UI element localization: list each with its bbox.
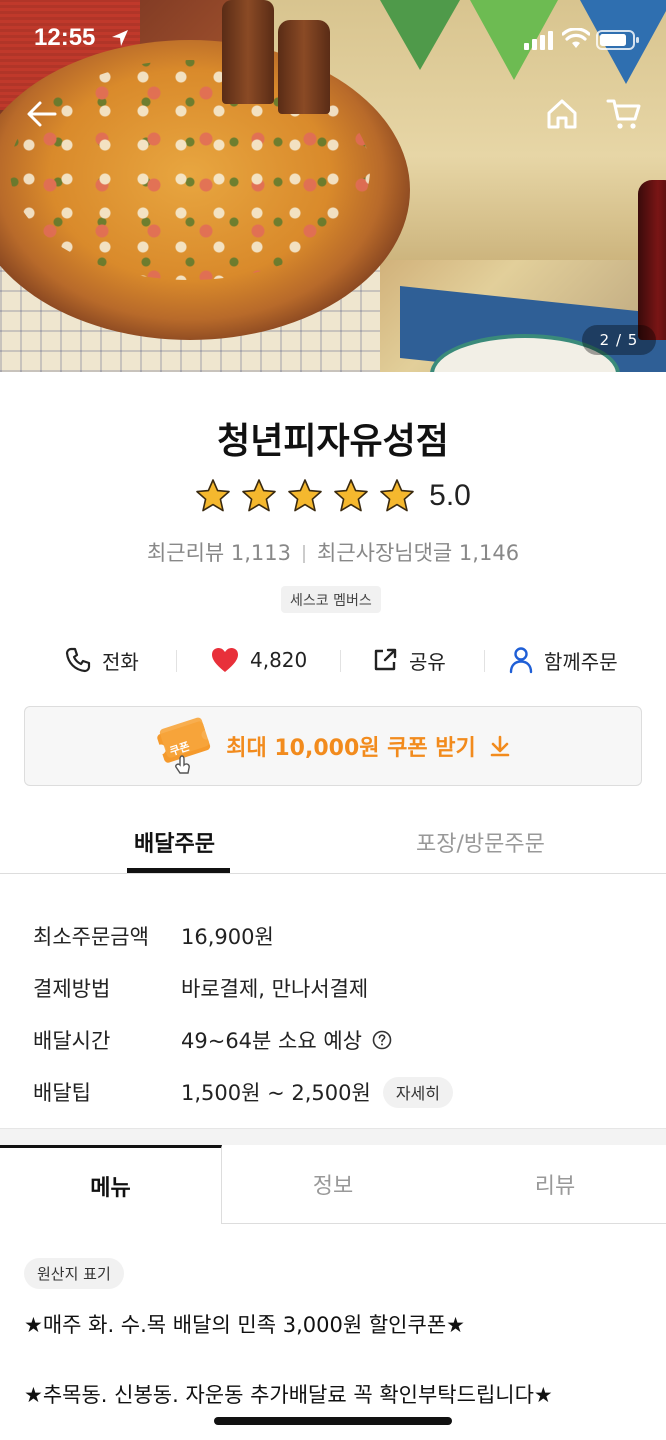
coupon-ticket-icon: 쿠폰 — [156, 717, 212, 774]
active-tab-indicator — [127, 868, 230, 873]
delivery-tip-row: 배달팁 1,500원 ~ 2,500원 자세히 — [33, 1066, 653, 1118]
star-icon — [288, 479, 322, 512]
origin-label-button[interactable]: 원산지 표기 — [24, 1258, 124, 1289]
tab-delivery-order[interactable]: 배달주문 — [134, 826, 215, 858]
star-icon — [334, 479, 368, 512]
download-icon — [490, 735, 510, 757]
image-pager: 2 / 5 — [582, 325, 656, 355]
content-tabs: 메뉴 정보 리뷰 — [0, 1145, 666, 1224]
group-order-button[interactable]: 함께주문 — [508, 640, 618, 680]
section-divider — [0, 1128, 666, 1145]
cesco-badge: 세스코 멤버스 — [281, 586, 381, 613]
recent-reviews-count[interactable]: 최근리뷰 1,113 — [147, 541, 291, 565]
delivery-tip-label: 배달팁 — [33, 1081, 91, 1105]
min-order-label: 최소주문금액 — [33, 925, 149, 949]
delivery-time-label: 배달시간 — [33, 1029, 111, 1053]
coupon-label: 최대 10,000원 쿠폰 받기 — [226, 736, 476, 761]
order-type-tabs: 배달주문 포장/방문주문 — [0, 820, 666, 874]
status-bar: 12:55 — [0, 0, 666, 80]
back-arrow-icon — [27, 101, 57, 127]
tip-detail-button[interactable]: 자세히 — [382, 1076, 453, 1108]
delivery-time-value-wrap: 49~64분 소요 예상 — [181, 1025, 392, 1055]
like-count: 4,820 — [250, 648, 308, 672]
location-arrow-icon — [112, 30, 128, 46]
phone-icon — [65, 647, 91, 673]
delivery-time-value: 49~64분 소요 예상 — [181, 1029, 362, 1053]
min-order-row: 최소주문금액 16,900원 — [33, 910, 653, 962]
review-counts[interactable]: 최근리뷰 1,113 최근사장님댓글 1,146 — [0, 537, 666, 567]
star-icon — [380, 479, 414, 512]
help-circle-icon[interactable] — [372, 1030, 392, 1050]
share-button[interactable]: 공유 — [371, 640, 446, 680]
home-indicator[interactable] — [214, 1417, 452, 1425]
battery-icon — [596, 30, 639, 50]
cellular-signal-icon — [524, 31, 553, 50]
like-button[interactable]: 4,820 — [210, 640, 307, 680]
star-icon — [242, 479, 276, 512]
action-divider — [340, 650, 341, 672]
status-time: 12:55 — [34, 24, 96, 51]
share-icon — [374, 648, 397, 671]
cart-icon — [606, 99, 641, 129]
store-name: 청년피자유성점 — [217, 421, 449, 462]
payment-row: 결제방법 바로결제, 만나서결제 — [33, 962, 653, 1014]
call-label: 전화 — [102, 649, 139, 674]
payment-value: 바로결제, 만나서결제 — [181, 977, 369, 1001]
home-button[interactable] — [544, 96, 580, 132]
rating-row[interactable]: 5.0 — [0, 478, 666, 514]
share-label: 공유 — [409, 649, 446, 674]
tab-review[interactable]: 리뷰 — [444, 1145, 666, 1224]
home-icon — [547, 99, 577, 129]
action-divider — [484, 650, 485, 672]
delivery-tip-value: 1,500원 ~ 2,500원 — [181, 1081, 371, 1105]
payment-label: 결제방법 — [33, 977, 111, 1001]
delivery-time-row: 배달시간 49~64분 소요 예상 — [33, 1014, 653, 1066]
tab-pickup-order[interactable]: 포장/방문주문 — [416, 826, 545, 858]
wifi-icon — [562, 28, 590, 48]
star-icon — [196, 479, 230, 512]
store-actions: 전화 4,820 공유 함께주문 — [0, 640, 666, 680]
delivery-info: 최소주문금액 16,900원 결제방법 바로결제, 만나서결제 배달시간 49~… — [33, 910, 653, 1118]
coupon-download-button[interactable]: 쿠폰 최대 10,000원 쿠폰 받기 — [24, 706, 642, 786]
heart-icon — [212, 648, 238, 672]
store-notice: ★추목동. 신봉동. 자운동 추가배달료 꼭 확인부탁드립니다★ — [24, 1383, 553, 1407]
hero-cola-bottle — [638, 180, 666, 340]
delivery-tip-value-wrap: 1,500원 ~ 2,500원 자세히 — [181, 1076, 453, 1108]
owner-replies-count[interactable]: 최근사장님댓글 1,146 — [317, 541, 519, 565]
rating-value: 5.0 — [429, 479, 471, 512]
back-button[interactable] — [24, 96, 60, 132]
review-divider — [303, 545, 306, 563]
store-notice: ★매주 화. 수.목 배달의 민족 3,000원 할인쿠폰★ — [24, 1313, 465, 1337]
action-divider — [176, 650, 177, 672]
tab-menu[interactable]: 메뉴 — [0, 1145, 222, 1224]
tab-info[interactable]: 정보 — [222, 1145, 444, 1224]
call-button[interactable]: 전화 — [64, 640, 139, 680]
cart-button[interactable] — [606, 96, 642, 132]
min-order-value: 16,900원 — [181, 925, 274, 949]
group-order-label: 함께주문 — [544, 649, 618, 674]
person-icon — [509, 647, 533, 674]
